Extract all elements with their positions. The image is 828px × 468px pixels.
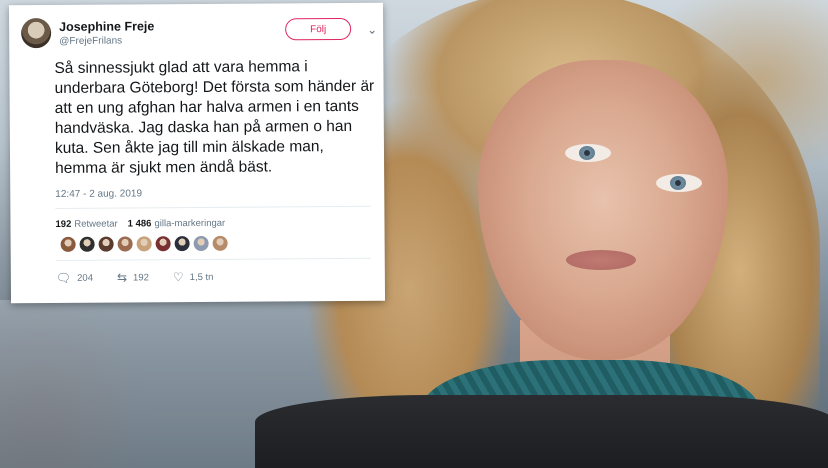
likes-label: gilla-markeringar — [154, 217, 226, 230]
liker-avatar[interactable] — [117, 236, 133, 252]
liker-avatar[interactable] — [174, 236, 190, 252]
retweets-label: Retweetar — [74, 218, 118, 230]
avatar[interactable] — [21, 18, 52, 49]
author-handle[interactable]: @FrejeFrilans — [59, 35, 154, 46]
like-count: 1,5 tn — [189, 271, 214, 283]
tweet-card: Josephine Freje @FrejeFrilans Följ ⌄ Så … — [8, 2, 386, 304]
liker-avatars — [60, 235, 371, 252]
liker-avatar[interactable] — [79, 236, 95, 252]
woman-jacket — [255, 395, 828, 468]
divider — [55, 205, 371, 209]
divider — [55, 257, 371, 261]
author-names: Josephine Freje @FrejeFrilans — [59, 19, 154, 47]
heart-icon: ♡ — [172, 270, 184, 285]
chevron-down-icon[interactable]: ⌄ — [367, 23, 377, 37]
woman-right-eye — [656, 174, 702, 192]
liker-avatar[interactable] — [98, 236, 114, 252]
likes-count: 1 486 — [127, 218, 152, 230]
follow-button[interactable]: Följ — [285, 17, 352, 41]
retweet-count: 192 — [132, 271, 149, 283]
liker-avatar[interactable] — [60, 236, 76, 252]
tweet-header: Josephine Freje @FrejeFrilans Följ ⌄ — [21, 11, 377, 53]
retweets-stat[interactable]: 192 Retweetar — [55, 219, 117, 230]
liker-avatar[interactable] — [193, 235, 209, 252]
likes-stat[interactable]: 1 486 gilla-markeringar — [128, 218, 226, 230]
retweets-count: 192 — [55, 218, 72, 230]
retweet-button[interactable]: ⇆ 192 — [117, 270, 149, 284]
like-button[interactable]: ♡ 1,5 tn — [173, 270, 214, 284]
tweet-actions: 🗨 204 ⇆ 192 ♡ 1,5 tn — [56, 269, 371, 285]
reply-button[interactable]: 🗨 204 — [56, 271, 93, 285]
tweet-text: Så sinnessjukt glad att vara hemma i und… — [54, 58, 375, 177]
liker-avatar[interactable] — [212, 235, 228, 251]
engagement-stats: 192 Retweetar 1 486 gilla-markeringar — [55, 217, 370, 230]
liker-avatar[interactable] — [136, 236, 152, 252]
liker-avatar[interactable] — [155, 236, 171, 252]
woman-lips — [566, 250, 636, 270]
retweet-icon: ⇆ — [116, 270, 128, 285]
reply-count: 204 — [77, 272, 94, 284]
tweet-timestamp[interactable]: 12:47 - 2 aug. 2019 — [55, 187, 370, 200]
reply-icon: 🗨 — [55, 270, 72, 285]
woman-left-eye — [565, 144, 611, 162]
author-display-name[interactable]: Josephine Freje — [59, 19, 154, 34]
